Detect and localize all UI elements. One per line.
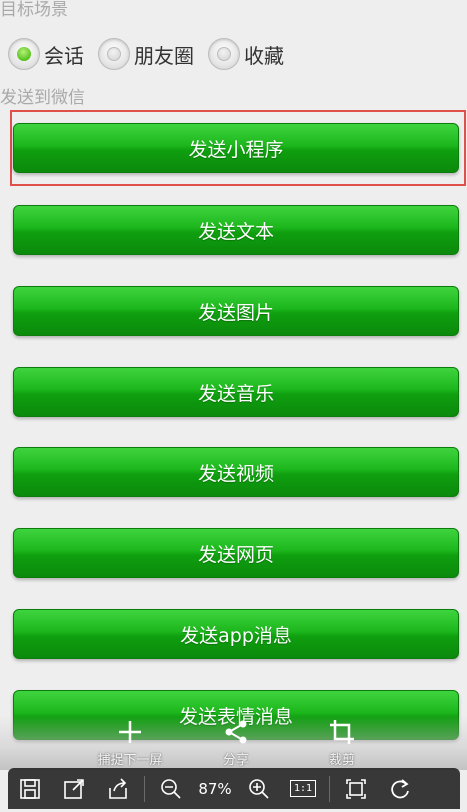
capture-next-screen-action[interactable]: 捕捉下一屏 — [85, 715, 175, 768]
rotate-icon[interactable] — [378, 768, 422, 809]
radio-favorites-circle[interactable] — [208, 38, 240, 70]
target-scene-label: 目标场景 — [0, 0, 68, 20]
zoom-in-icon[interactable] — [237, 768, 281, 809]
send-image-button[interactable]: 发送图片 — [13, 286, 459, 336]
toolbar-divider — [329, 775, 330, 802]
zoom-out-icon[interactable] — [149, 768, 193, 809]
radio-session-circle[interactable] — [8, 38, 40, 70]
send-music-button[interactable]: 发送音乐 — [13, 367, 459, 417]
crop-icon — [297, 715, 387, 749]
actual-size-icon[interactable]: 1:1 — [281, 768, 325, 809]
radio-moments-label: 朋友圈 — [134, 43, 194, 68]
send-webpage-button[interactable]: 发送网页 — [13, 528, 459, 578]
radio-unchecked-dot — [107, 47, 121, 61]
open-external-icon[interactable] — [52, 768, 96, 809]
share-icon — [191, 715, 281, 749]
crop-label: 裁剪 — [328, 753, 355, 768]
radio-moments-circle[interactable] — [98, 38, 130, 70]
zoom-level: 87% — [198, 779, 232, 798]
radio-unchecked-dot — [217, 47, 231, 61]
plus-icon — [85, 715, 175, 749]
send-video-button[interactable]: 发送视频 — [13, 447, 459, 497]
actual-size-label: 1:1 — [289, 780, 317, 797]
save-icon[interactable] — [8, 768, 52, 809]
toolbar-divider — [144, 775, 145, 802]
radio-session[interactable]: 会话 — [8, 38, 92, 70]
share-action[interactable]: 分享 — [191, 715, 281, 768]
capture-next-screen-label: 捕捉下一屏 — [97, 753, 163, 768]
fit-screen-icon[interactable] — [334, 768, 378, 809]
radio-moments[interactable]: 朋友圈 — [98, 38, 202, 70]
send-text-button[interactable]: 发送文本 — [13, 205, 459, 255]
radio-checked-dot — [17, 47, 31, 61]
radio-favorites-label: 收藏 — [244, 43, 284, 68]
screenshot-overlay: 捕捉下一屏 分享 裁剪 — [0, 715, 467, 770]
radio-session-label: 会话 — [44, 43, 84, 68]
radio-favorites[interactable]: 收藏 — [208, 38, 292, 70]
export-icon[interactable] — [96, 768, 140, 809]
share-label: 分享 — [222, 753, 249, 768]
send-to-wechat-label: 发送到微信 — [0, 88, 85, 108]
crop-action[interactable]: 裁剪 — [297, 715, 387, 768]
send-mini-program-button[interactable]: 发送小程序 — [13, 123, 459, 173]
image-viewer-toolbar: 87% 1:1 — [8, 768, 460, 809]
send-app-message-button[interactable]: 发送app消息 — [13, 609, 459, 659]
scene-radio-group: 会话 朋友圈 收藏 — [8, 34, 298, 74]
